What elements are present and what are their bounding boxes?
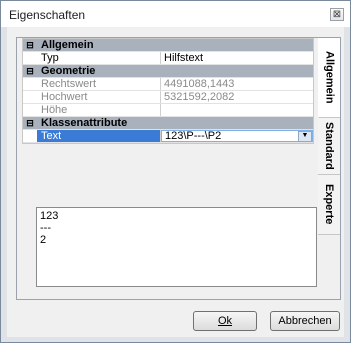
- property-value: 5321592,2082: [164, 91, 235, 103]
- category-geometrie[interactable]: ⊟ Geometrie: [23, 65, 313, 78]
- property-value: 4491088,1443: [164, 78, 235, 90]
- multiline-text-editor[interactable]: 123 --- 2: [36, 207, 317, 287]
- window-title: Eigenschaften: [9, 8, 86, 22]
- category-label: Geometrie: [41, 65, 96, 77]
- collapse-icon[interactable]: ⊟: [23, 65, 37, 77]
- property-value: [161, 104, 313, 116]
- property-name: Höhe: [37, 104, 161, 116]
- text-value-combobox[interactable]: 123\P---\P2 ▼: [161, 130, 313, 142]
- tab-allgemein[interactable]: Allgemein: [318, 38, 340, 118]
- category-label: Allgemein: [41, 39, 94, 51]
- property-row-hochwert[interactable]: Hochwert 5321592,2082: [23, 91, 313, 104]
- category-klassenattribute[interactable]: ⊟ Klassenattribute: [23, 117, 313, 130]
- dropdown-arrow-icon[interactable]: ▼: [298, 130, 312, 142]
- property-row-typ[interactable]: Typ Hilfstext: [23, 52, 313, 65]
- close-button[interactable]: ⊠: [330, 8, 344, 21]
- tab-standard[interactable]: Standard: [318, 118, 340, 175]
- tab-experte[interactable]: Experte: [318, 175, 340, 235]
- editor-line: 123: [40, 210, 59, 222]
- property-value: 123\P---\P2: [165, 130, 222, 142]
- property-grid: ⊟ Allgemein Typ Hilfstext ⊟ Geometrie Re…: [22, 38, 314, 144]
- vertical-tab-strip: Allgemein Standard Experte: [318, 38, 340, 299]
- property-name: Text: [37, 130, 161, 142]
- category-allgemein[interactable]: ⊟ Allgemein: [23, 39, 313, 52]
- cancel-button[interactable]: Abbrechen: [270, 311, 340, 331]
- property-value[interactable]: Hilfstext: [161, 52, 313, 64]
- collapse-icon[interactable]: ⊟: [23, 39, 37, 51]
- title-bar[interactable]: Eigenschaften ⊠: [1, 1, 350, 27]
- property-row-rechtswert[interactable]: Rechtswert 4491088,1443: [23, 78, 313, 91]
- ok-button[interactable]: Ok: [193, 311, 257, 331]
- editor-line: 2: [40, 234, 47, 246]
- property-name: Typ: [37, 52, 161, 64]
- property-name: Hochwert: [37, 91, 161, 103]
- editor-line: ---: [40, 222, 51, 234]
- properties-dialog: Eigenschaften ⊠ Allgemein Standard Exper…: [0, 0, 351, 343]
- property-name: Rechtswert: [37, 78, 161, 90]
- dialog-body: Allgemein Standard Experte ⊟ Allgemein T…: [7, 27, 344, 337]
- property-row-hoehe[interactable]: Höhe: [23, 104, 313, 117]
- category-label: Klassenattribute: [41, 117, 128, 129]
- collapse-icon[interactable]: ⊟: [23, 117, 37, 129]
- property-row-text[interactable]: Text 123\P---\P2 ▼: [23, 130, 313, 143]
